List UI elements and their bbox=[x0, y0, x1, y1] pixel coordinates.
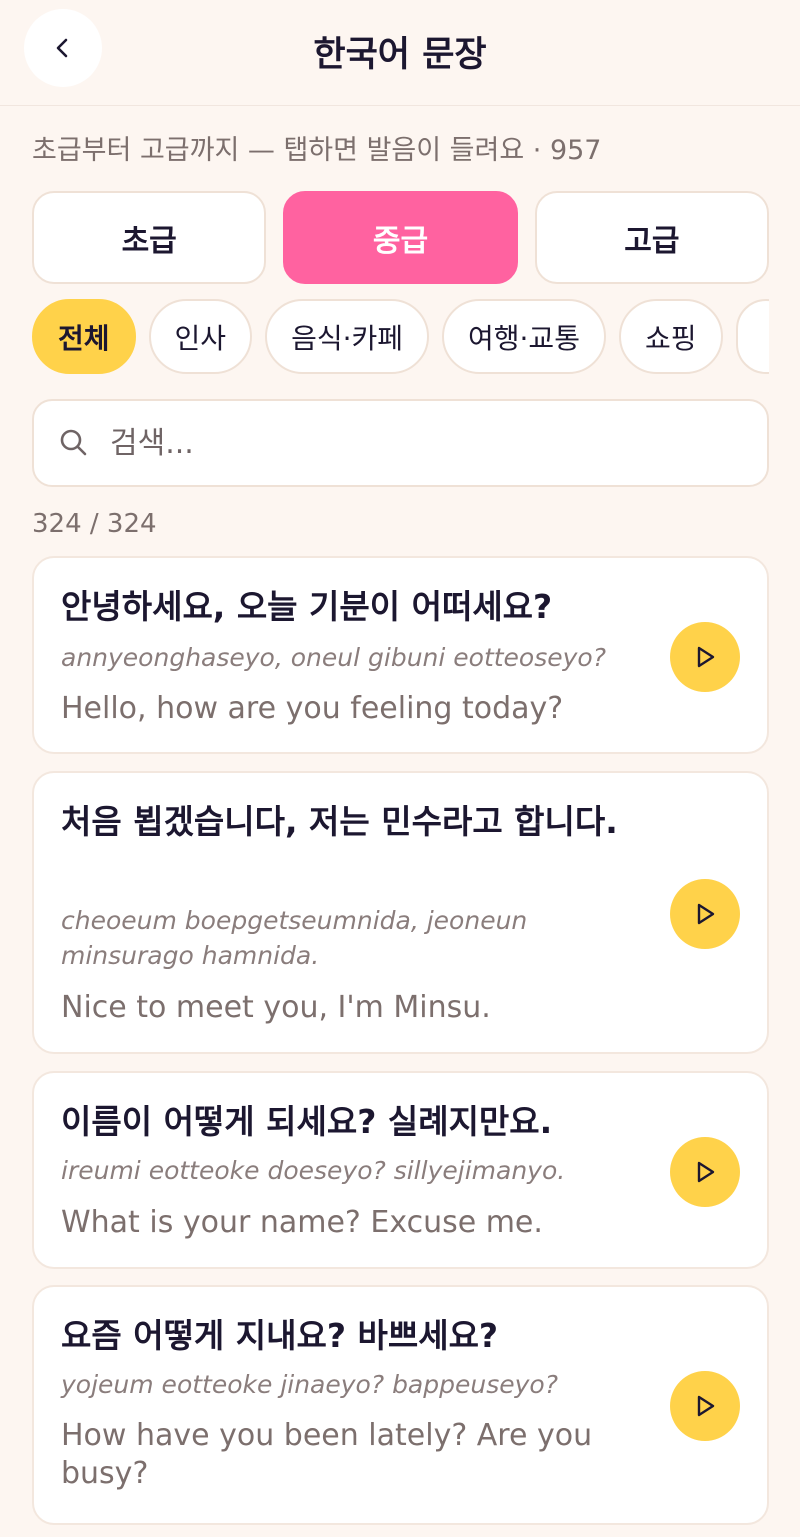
level-tab-beginner[interactable]: 초급 bbox=[32, 191, 267, 284]
play-button[interactable] bbox=[670, 1371, 740, 1441]
phrase-korean: 처음 뵙겠습니다, 저는 민수라고 합니다. bbox=[61, 802, 618, 841]
play-button[interactable] bbox=[670, 1137, 740, 1207]
play-icon bbox=[697, 1161, 715, 1183]
search-box bbox=[32, 399, 769, 487]
phrase-card[interactable]: 안녕하세요, 오늘 기분이 어떠세요? annyeonghaseyo, oneu… bbox=[32, 556, 769, 754]
category-chip-greetings[interactable]: 인사 bbox=[148, 299, 253, 374]
category-chip-travel-transport[interactable]: 여행·교통 bbox=[442, 299, 606, 374]
phrase-korean: 요즘 어떻게 지내요? 바쁘세요? bbox=[61, 1316, 499, 1355]
phrase-romanization: ireumi eotteoke doeseyo? sillyejimanyo. bbox=[61, 1156, 566, 1185]
phrase-romanization: annyeonghaseyo, oneul gibuni eotteoseyo? bbox=[61, 643, 606, 672]
play-icon bbox=[697, 646, 715, 668]
phrase-card[interactable]: 이름이 어떻게 되세요? 실례지만요. ireumi eotteoke does… bbox=[32, 1071, 769, 1269]
phrase-english: How have you been lately? Are you busy? bbox=[61, 1418, 593, 1492]
play-icon bbox=[697, 903, 715, 925]
category-chips: 전체 인사 음식·카페 여행·교통 쇼핑 bbox=[32, 299, 769, 375]
search-input[interactable] bbox=[110, 401, 750, 485]
phrase-card[interactable]: 처음 뵙겠습니다, 저는 민수라고 합니다. cheoeum boepgetse… bbox=[32, 771, 769, 1054]
search-icon bbox=[60, 429, 87, 456]
phrase-card[interactable]: 요즘 어떻게 지내요? 바쁘세요? yojeum eotteoke jinaey… bbox=[32, 1285, 769, 1525]
category-chip-more[interactable] bbox=[735, 299, 769, 374]
play-button[interactable] bbox=[670, 879, 740, 949]
phrase-romanization: cheoeum boepgetseumnida, jeoneun minsura… bbox=[61, 906, 528, 970]
category-chip-shopping[interactable]: 쇼핑 bbox=[618, 299, 723, 374]
category-chip-food-cafe[interactable]: 음식·카페 bbox=[265, 299, 430, 374]
category-chip-all[interactable]: 전체 bbox=[32, 299, 136, 374]
page-subtitle: 초급부터 고급까지 — 탭하면 발음이 들려요 · 957 bbox=[32, 135, 602, 166]
phrase-romanization: yojeum eotteoke jinaeyo? bappeuseyo? bbox=[61, 1370, 558, 1399]
level-tab-advanced[interactable]: 고급 bbox=[534, 191, 769, 284]
phrase-english: Hello, how are you feeling today? bbox=[61, 691, 564, 726]
phrase-korean: 안녕하세요, 오늘 기분이 어떠세요? bbox=[61, 587, 553, 626]
phrase-english: What is your name? Excuse me. bbox=[61, 1205, 543, 1240]
page-title: 한국어 문장 bbox=[313, 35, 487, 75]
app-header: 한국어 문장 bbox=[0, 0, 800, 106]
level-tabs: 초급 중급 고급 bbox=[32, 191, 769, 284]
play-icon bbox=[697, 1395, 715, 1417]
phrase-korean: 이름이 어떻게 되세요? 실례지만요. bbox=[61, 1102, 553, 1141]
level-tab-intermediate[interactable]: 중급 bbox=[283, 191, 518, 284]
phrase-english: Nice to meet you, I'm Minsu. bbox=[61, 990, 491, 1025]
play-button[interactable] bbox=[670, 622, 740, 692]
result-count: 324 / 324 bbox=[32, 509, 157, 539]
